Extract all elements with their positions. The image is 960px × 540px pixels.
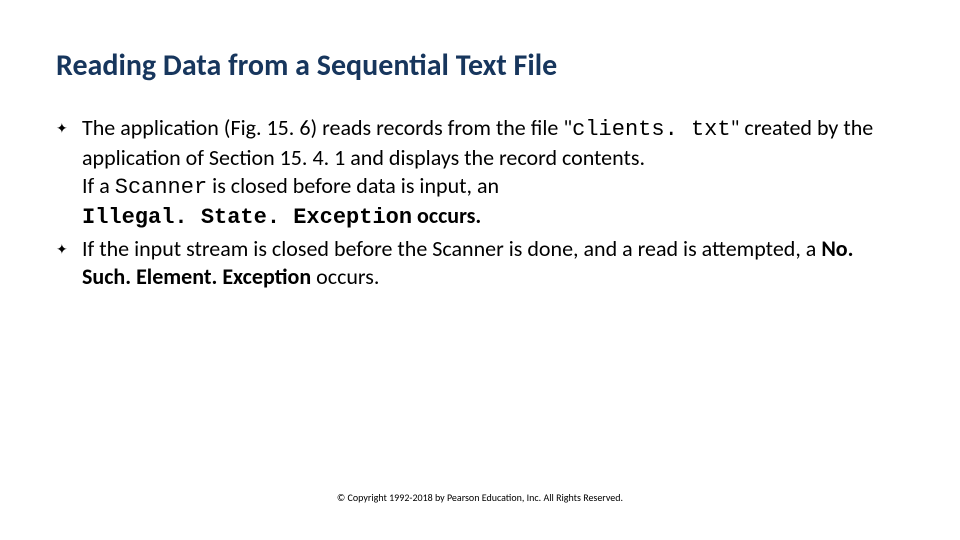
bullet-marker-icon: ✦: [56, 235, 82, 263]
code-run: Scanner: [115, 175, 207, 200]
text-run: If the input stream is closed before the…: [82, 235, 821, 262]
bullet-content: The application (Fig. 15. 6) reads recor…: [82, 114, 904, 233]
code-run-bold: Illegal. State. Exception: [82, 205, 412, 230]
text-run: occurs.: [311, 263, 379, 290]
bullet-content: If the input stream is closed before the…: [82, 235, 904, 291]
bullet-item: ✦ If the input stream is closed before t…: [56, 235, 904, 291]
bullet-item: ✦ The application (Fig. 15. 6) reads rec…: [56, 114, 904, 233]
slide-title: Reading Data from a Sequential Text File: [56, 48, 904, 84]
text-run-bold: occurs.: [412, 202, 481, 229]
slide: Reading Data from a Sequential Text File…: [0, 0, 960, 540]
code-run: clients. txt: [572, 117, 730, 142]
text-run: The application (Fig. 15. 6) reads recor…: [82, 114, 572, 141]
text-run: If a: [82, 172, 115, 199]
slide-body: ✦ The application (Fig. 15. 6) reads rec…: [56, 114, 904, 291]
text-run: is closed before data is input, an: [207, 172, 499, 199]
footer-copyright: © Copyright 1992-2018 by Pearson Educati…: [0, 491, 960, 504]
bullet-marker-icon: ✦: [56, 114, 82, 142]
